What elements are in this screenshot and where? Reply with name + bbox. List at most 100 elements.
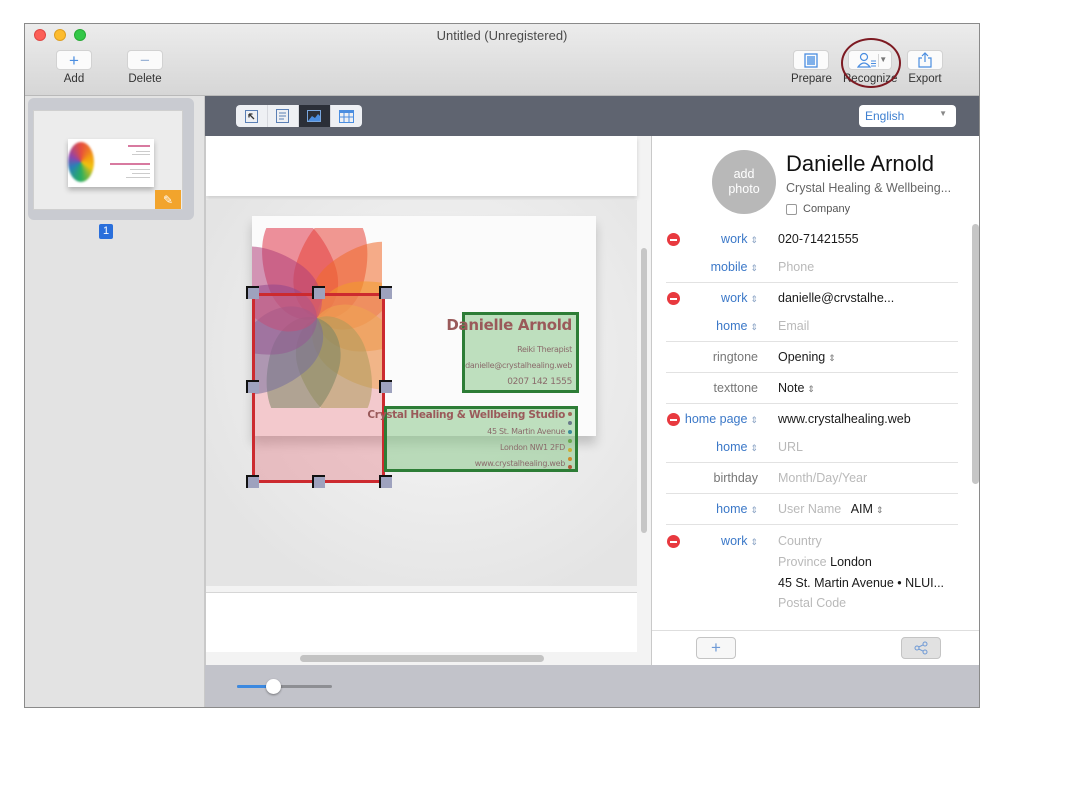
texttone-label: texttone	[713, 381, 758, 395]
share-button[interactable]	[901, 637, 941, 659]
arrow-cursor-icon	[244, 109, 258, 123]
thumbnail-card	[68, 139, 154, 187]
dropdown-caret-icon[interactable]: ▼	[879, 56, 887, 64]
remove-field-icon[interactable]	[667, 233, 680, 246]
prepare-button[interactable]: Prepare	[791, 50, 832, 85]
resize-handle-top[interactable]	[312, 286, 325, 299]
phone-work-value[interactable]: 020-71421555	[778, 232, 859, 246]
add-photo-button[interactable]: add photo	[712, 150, 776, 214]
email-work-label[interactable]: work ⇕	[721, 291, 758, 305]
im-username-input[interactable]: User Name	[778, 502, 841, 516]
email-work-value[interactable]: danielle@crvstalhe...	[778, 291, 894, 305]
phone-mobile-input[interactable]: Phone	[778, 260, 814, 274]
image-canvas[interactable]: Danielle Arnold Reiki Therapist danielle…	[205, 136, 651, 665]
table-mode-button[interactable]	[331, 105, 363, 127]
window-title: Untitled (Unregistered)	[436, 28, 568, 43]
url-homepage-label[interactable]: home page ⇕	[685, 412, 758, 426]
url-home-label[interactable]: home ⇕	[716, 440, 758, 454]
address-work-label[interactable]: work ⇕	[721, 534, 758, 548]
recognize-button[interactable]: ▼ Recognize	[843, 50, 897, 85]
texttone-select[interactable]: Note ⇕	[778, 381, 815, 395]
previous-page-edge	[206, 136, 637, 196]
address-street-value[interactable]: 45 St. Martin Avenue • NLUI...	[778, 576, 944, 590]
ringtone-label: ringtone	[712, 350, 758, 364]
plus-icon: +	[56, 50, 92, 70]
url-homepage-row: home page ⇕ www.crystalhealing.web	[652, 409, 970, 429]
ringtone-select[interactable]: Opening ⇕	[778, 350, 836, 364]
delete-button[interactable]: − Delete	[127, 50, 163, 85]
im-home-label[interactable]: home ⇕	[716, 502, 758, 516]
address-province-value[interactable]: London	[830, 555, 872, 569]
divider	[666, 493, 958, 494]
prepare-label: Prepare	[791, 73, 832, 85]
im-service-select[interactable]: AIM ⇕	[851, 502, 884, 516]
remove-field-icon[interactable]	[667, 413, 680, 426]
page-thumbnail-1[interactable]: ✎	[28, 98, 194, 220]
company-checkbox[interactable]: Company	[786, 203, 850, 215]
address-country-input[interactable]: Country	[778, 534, 822, 548]
phone-work-label[interactable]: work ⇕	[721, 232, 758, 246]
phone-mobile-label[interactable]: mobile ⇕	[711, 260, 758, 274]
divider	[666, 282, 958, 283]
email-home-input[interactable]: Email	[778, 319, 809, 333]
phone-work-row: work ⇕ 020-71421555	[652, 229, 970, 249]
pencil-icon[interactable]: ✎	[155, 190, 181, 209]
resize-handle-bottom[interactable]	[312, 475, 325, 488]
card-title-text: Reiki Therapist	[517, 345, 572, 354]
divider	[666, 341, 958, 342]
resize-handle-left[interactable]	[246, 380, 259, 393]
company-checkbox-label: Company	[803, 203, 851, 215]
text-region-company[interactable]: Crystal Healing & Wellbeing Studio 45 St…	[367, 406, 578, 472]
minus-icon: −	[127, 50, 163, 70]
im-home-row: home ⇕ User Name AIM ⇕	[652, 499, 970, 519]
url-home-input[interactable]: URL	[778, 440, 803, 454]
add-field-button[interactable]: +	[696, 637, 736, 659]
recognize-label: Recognize	[843, 73, 898, 85]
delete-label: Delete	[128, 73, 162, 85]
contact-card-icon	[857, 52, 877, 68]
text-mode-button[interactable]	[268, 105, 299, 127]
text-lines-icon	[276, 109, 290, 123]
image-region-selection[interactable]	[252, 293, 385, 483]
resize-handle-top-left[interactable]	[246, 286, 259, 299]
address-postal-input[interactable]: Postal Code	[778, 596, 846, 610]
remove-field-icon[interactable]	[667, 292, 680, 305]
image-mode-button[interactable]	[299, 105, 331, 127]
canvas-vertical-scrollbar[interactable]	[641, 248, 647, 533]
canvas-horizontal-scrollbar[interactable]	[300, 655, 544, 662]
email-work-row: work ⇕ danielle@crvstalhe...	[652, 288, 970, 308]
export-button[interactable]: Export	[907, 50, 943, 85]
resize-handle-bottom-left[interactable]	[246, 475, 259, 488]
contact-vertical-scrollbar[interactable]	[972, 224, 979, 484]
app-window: Untitled (Unregistered) + Add − Delete P…	[24, 23, 980, 708]
table-grid-icon	[338, 109, 354, 123]
divider	[666, 403, 958, 404]
text-region-contact[interactable]: Danielle Arnold Reiki Therapist danielle…	[446, 312, 579, 393]
ringtone-row: ringtone Opening ⇕	[652, 347, 970, 367]
url-homepage-value[interactable]: www.crystalhealing.web	[778, 412, 911, 426]
avatar-label-add: add	[733, 167, 755, 181]
language-value: English	[865, 109, 905, 123]
birthday-input[interactable]: Month/Day/Year	[778, 471, 867, 485]
add-button[interactable]: + Add	[56, 50, 92, 85]
zoom-slider-knob[interactable]	[266, 679, 282, 694]
card-name-text: Danielle Arnold	[446, 316, 572, 334]
resize-handle-top-right[interactable]	[379, 286, 392, 299]
birthday-row: birthday Month/Day/Year	[652, 468, 970, 488]
zoom-slider[interactable]	[237, 679, 332, 694]
card-website-text: www.crystalhealing.web	[474, 459, 566, 468]
remove-field-icon[interactable]	[667, 535, 680, 548]
birthday-label: birthday	[713, 471, 758, 485]
resize-handle-bottom-right[interactable]	[379, 475, 392, 488]
select-mode-button[interactable]	[236, 105, 268, 127]
page-sidebar: ✎ 1	[25, 96, 205, 707]
contact-company[interactable]: Crystal Healing & Wellbeing...	[786, 181, 951, 195]
resize-handle-right[interactable]	[379, 380, 392, 393]
language-select[interactable]: English ▼	[859, 105, 956, 127]
email-home-label[interactable]: home ⇕	[716, 319, 758, 333]
view-mode-segmented-control	[236, 105, 362, 127]
checkbox-box[interactable]	[786, 203, 797, 215]
bottom-bar	[205, 665, 979, 707]
texttone-row: texttone Note ⇕	[652, 378, 970, 398]
contact-name[interactable]: Danielle Arnold	[786, 151, 934, 177]
